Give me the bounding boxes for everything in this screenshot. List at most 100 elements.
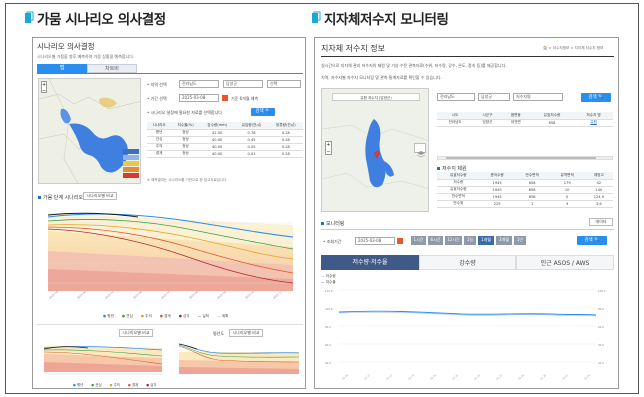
tab-chart[interactable]: 차트비 <box>87 64 137 73</box>
time-12h-button[interactable]: 12시간 <box>445 236 462 245</box>
svg-text:120.0: 120.0 <box>325 289 333 293</box>
table-header: 시군구 <box>473 112 502 120</box>
calendar-icon[interactable] <box>222 95 228 101</box>
svg-text:03-01: 03-01 <box>562 374 570 381</box>
svg-text:02-12: 02-12 <box>386 374 394 381</box>
table-row: 만수위 225 1 9 3.6 <box>437 200 613 208</box>
table-row: 주의 정상 40.00 0.05 0.28 <box>147 143 303 151</box>
county-select[interactable]: 담양군 <box>478 93 510 101</box>
page-title: 시나리오 의사결정 <box>37 42 95 51</box>
svg-text:02-08: 02-08 <box>342 374 350 381</box>
scenario-map[interactable]: + − <box>38 78 141 184</box>
apply-button[interactable]: 검색 🔍 <box>251 108 275 116</box>
storage-chart[interactable]: 120.0 100.0 80.0 60.0 40.0 100.0 80.0 60.0 40.0… <box>321 284 614 384</box>
monitor-title: 모니터링 <box>321 220 344 227</box>
table-row: 관심 정상 40.00 0.45 0.28 <box>147 136 303 144</box>
page-desc-2: 지역, 저수지별 저수지 모니터링 및 관측 통계자료를 확인할 수 있습니다. <box>321 75 442 80</box>
table-header: 시도 <box>437 112 474 120</box>
time-1d-button[interactable]: 1일 <box>464 236 476 245</box>
download-button[interactable]: 데이터 <box>589 218 613 226</box>
info-title: 저수지 제원 <box>437 165 467 172</box>
svg-text:40.0: 40.0 <box>598 343 604 347</box>
table-header: 총저수량 <box>479 172 515 180</box>
layers-icon[interactable] <box>414 143 426 158</box>
table-row[interactable]: 전라남도 담양군 대전면 658 유원 <box>437 119 613 127</box>
svg-text:80.0: 80.0 <box>598 307 604 311</box>
svg-text:2025-10: 2025-10 <box>244 290 255 300</box>
chart1-compare-button[interactable]: 시나리오별 비교 <box>83 192 117 200</box>
chart2-compare-button[interactable]: 시나리오별 비교 <box>119 329 153 337</box>
svg-text:2025-08: 2025-08 <box>188 290 199 300</box>
scenario-chart-3[interactable] <box>173 340 303 380</box>
svg-text:20.0: 20.0 <box>598 361 604 365</box>
right-heading: 지자체저수지 모니터링 <box>311 8 449 28</box>
province-select[interactable]: 전라남도 <box>437 93 475 101</box>
chart1-legend: ● 평년 ● 관심 ● 주의 ● 경계 ● 심각 — 실적 — 계획 <box>103 314 229 318</box>
svg-text:100.0: 100.0 <box>325 307 333 311</box>
time-6h-button[interactable]: 6시간 <box>428 236 443 245</box>
table-header: 만수면적 <box>514 172 550 180</box>
chart3-compare-button[interactable]: 시나리오별 비교 <box>229 329 263 337</box>
tab-map[interactable]: 맵 <box>37 64 87 73</box>
left-heading: 가뭄 시나리오 의사결정 <box>24 8 166 28</box>
scenario-table: 시나리오 저수율(%) 강수량(mm) 유입량(천㎥) 방류량(천㎥) 평년 정상… <box>147 122 303 158</box>
reservoir-list-table: 시도 시군구 읍면동 유효저수량 저수지 명 전라남도 담양군 대전면 658 유원 <box>437 112 613 127</box>
svg-text:40.0: 40.0 <box>325 361 331 365</box>
data-label: • 시나리오 설정에 필요한 자료를 선택합니다 <box>147 110 222 115</box>
table-row: 유효저수량 1945 658 10 140 <box>437 186 613 194</box>
horizontal-scrollbar[interactable] <box>437 156 613 160</box>
chart1-title: 가뭄 단계 시나리오 <box>38 194 83 201</box>
breadcrumb[interactable]: 🏠 > 저수지정보 > 지자체 저수지 정보 <box>543 46 603 51</box>
svg-text:02-16: 02-16 <box>430 374 438 381</box>
tab-storage[interactable]: 저수량·저수율 <box>321 255 419 270</box>
county-select[interactable]: 담양군 <box>223 80 263 88</box>
svg-text:80.0: 80.0 <box>325 325 331 329</box>
time-1m-button[interactable]: 1개월 <box>478 236 494 245</box>
table-row: 평년 정상 42.00 0.78 0.28 <box>147 129 303 137</box>
table-row: 저수량 1945 658 179 42 <box>437 179 613 187</box>
scenario-chart-2[interactable] <box>38 340 166 380</box>
table-header: 방류량(천㎥) <box>268 122 303 130</box>
reservoir-screenshot: 지자체 저수지 정보 🏠 > 저수지정보 > 지자체 저수지 정보 실시간으로 … <box>314 37 619 389</box>
svg-text:03-04: 03-04 <box>584 374 592 381</box>
table-header: 유효저수량 <box>437 172 480 180</box>
svg-text:02-10: 02-10 <box>364 374 372 381</box>
table-header: 저수지 명 <box>574 112 613 120</box>
option-select[interactable]: 선택 <box>267 80 301 88</box>
zoom-control[interactable]: + − <box>41 81 47 94</box>
period-label: • 기간 선택 <box>147 96 167 101</box>
province-select[interactable]: 전라남도 <box>179 80 219 88</box>
svg-text:100.0: 100.0 <box>598 289 606 293</box>
svg-text:2025-03: 2025-03 <box>48 290 59 300</box>
table-header: 시나리오 <box>147 122 172 130</box>
table-row: 경계 정상 40.00 0.01 0.28 <box>147 150 303 158</box>
query-button[interactable]: 검색 🔍 <box>577 236 607 245</box>
svg-text:60.0: 60.0 <box>325 343 331 347</box>
file-icon <box>312 11 321 23</box>
chart3-label: 평년도 <box>213 331 225 336</box>
svg-text:2025-07: 2025-07 <box>160 290 171 300</box>
map-legend <box>123 149 139 181</box>
page-desc: 시나리오별 가뭄을 향후 예측하여 가뭄 상황을 예측합니다. <box>37 54 135 59</box>
file-icon <box>25 11 34 23</box>
table-header: 제방고 <box>584 172 613 180</box>
reservoir-map[interactable]: 유원 저수지 (담양군) + − <box>321 88 429 212</box>
search-button[interactable]: 검색 🔍 <box>581 93 611 102</box>
svg-text:2025-11: 2025-11 <box>272 290 283 300</box>
tab-rainfall[interactable]: 강수량 <box>419 255 516 270</box>
time-1h-button[interactable]: 1시간 <box>411 236 426 245</box>
scenario-chart-1[interactable]: 2025-03 2025-04 2025-05 2025-06 2025-07 2025-… <box>38 203 303 305</box>
table-header: 유역면적 <box>549 172 585 180</box>
date-input[interactable]: 2025-03-08 <box>355 237 395 245</box>
date-input[interactable]: 2025-03-08 <box>179 94 219 102</box>
zoom-control[interactable]: + − <box>325 141 332 155</box>
reservoir-name-input[interactable]: 저수지명 <box>513 93 563 101</box>
calendar-icon[interactable] <box>397 238 403 244</box>
date-suffix: 기준 6개월 예측 <box>231 96 259 101</box>
table-row: 만수면적 1945 658 0 124.9 <box>437 193 613 201</box>
tab-asos-aws[interactable]: 인근 ASOS / AWS <box>516 255 614 270</box>
time-3m-button[interactable]: 3개월 <box>496 236 512 245</box>
time-1y-button[interactable]: 1년 <box>514 236 526 245</box>
table-header: 읍면동 <box>501 112 530 120</box>
figure-frame: 가뭄 시나리오 의사결정 지자체저수지 모니터링 시나리오 의사결정 시나리오별… <box>5 3 639 394</box>
